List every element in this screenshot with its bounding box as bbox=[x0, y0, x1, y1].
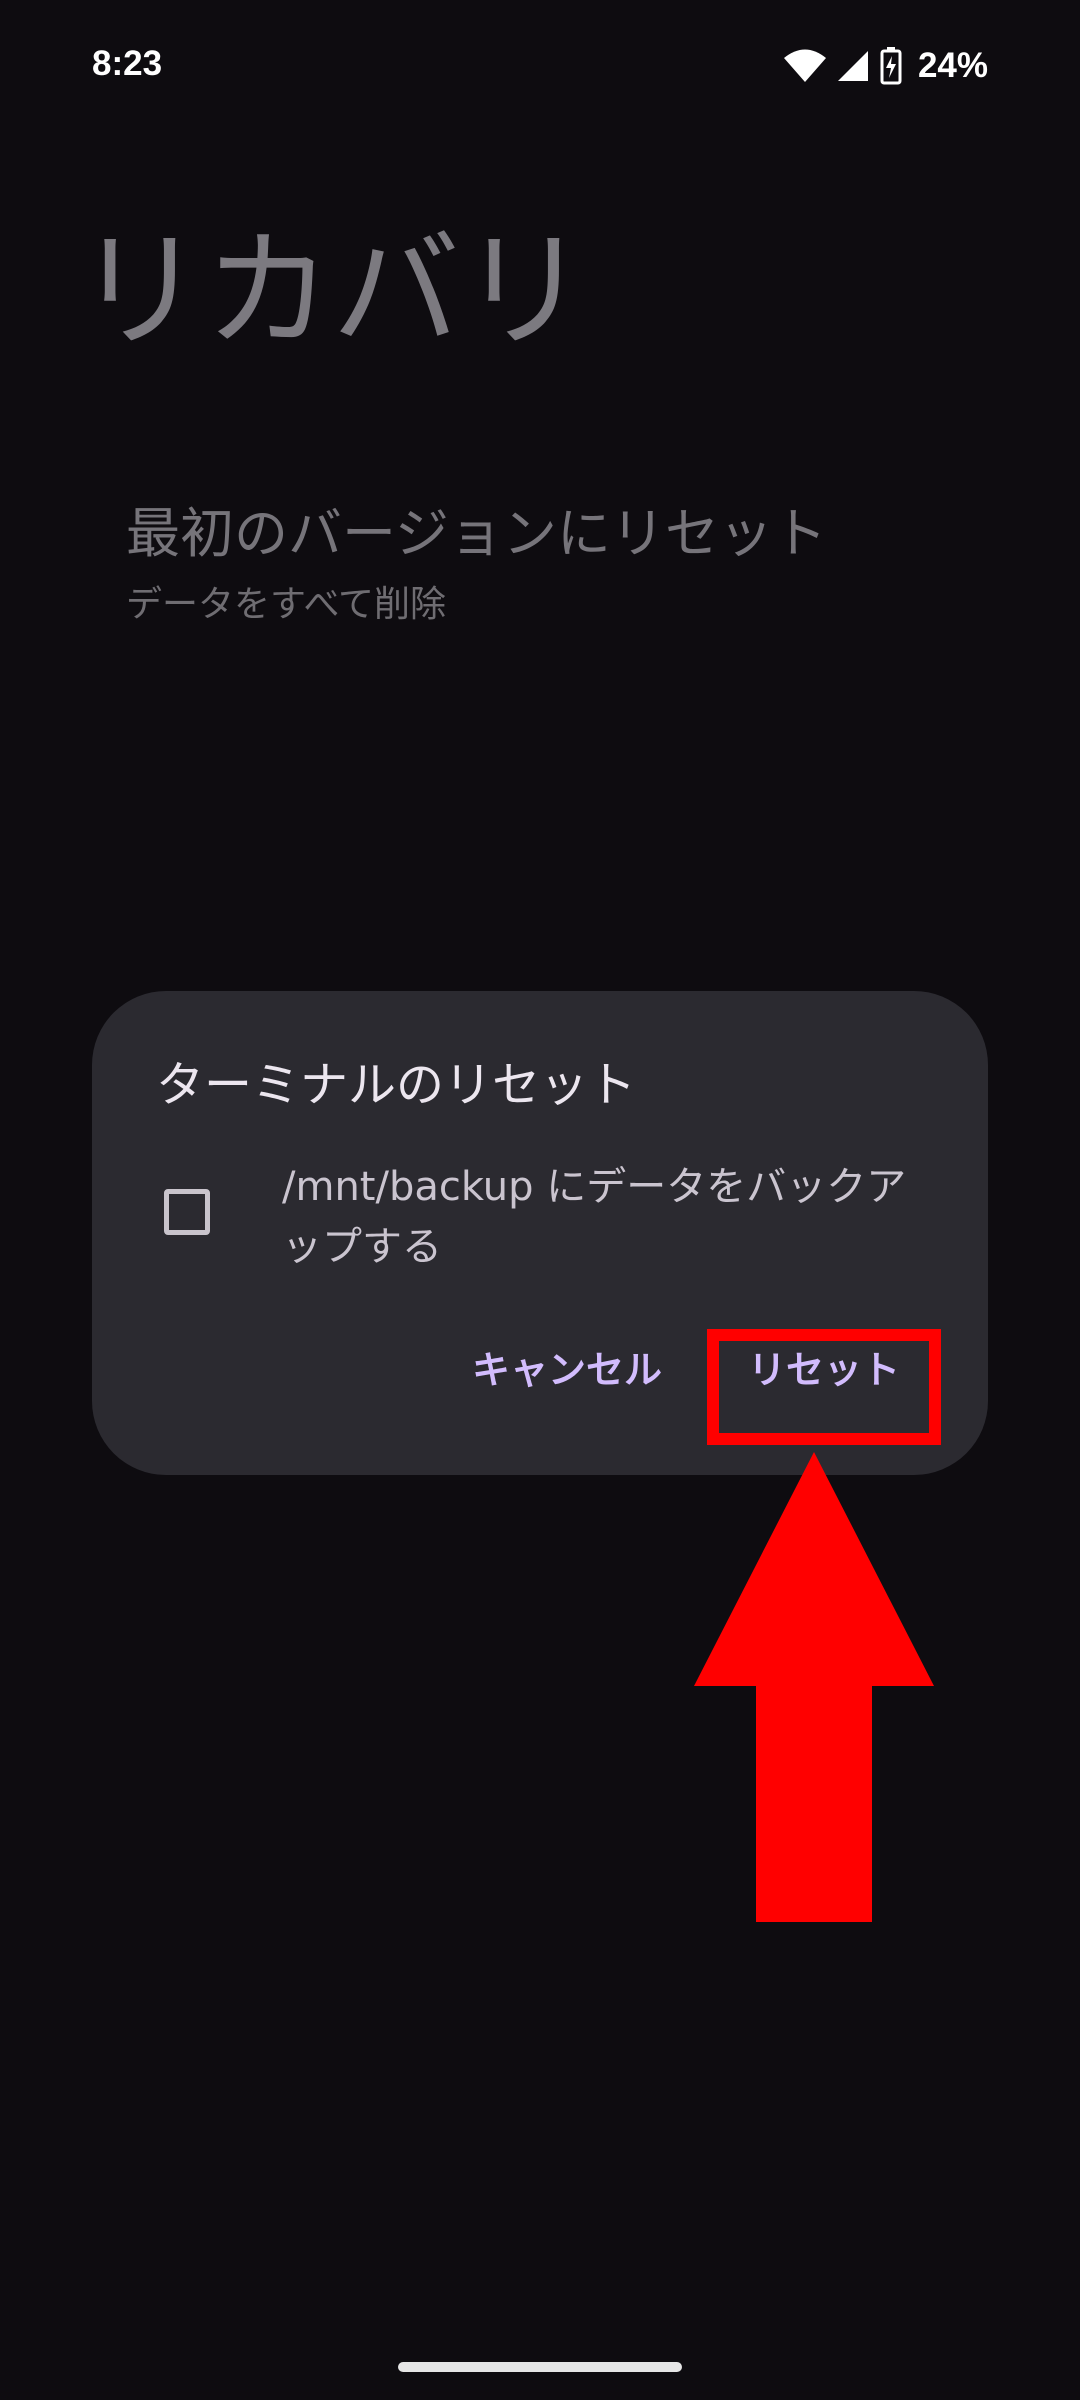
pref-item-title: 最初のバージョンにリセット bbox=[126, 502, 827, 565]
battery-charging-icon bbox=[880, 47, 902, 85]
status-bar: 8:23 24% bbox=[0, 0, 1080, 130]
reset-button-highlight bbox=[707, 1329, 941, 1445]
home-indicator[interactable] bbox=[398, 2362, 682, 2372]
status-time: 8:23 bbox=[92, 44, 163, 83]
wifi-icon bbox=[783, 49, 826, 82]
pref-item-summary: データをすべて削除 bbox=[126, 583, 447, 625]
cell-signal-icon bbox=[837, 51, 868, 81]
status-icons: 24% bbox=[783, 44, 988, 88]
dialog-title: ターミナルのリセット bbox=[156, 1057, 637, 1113]
battery-percentage: 24% bbox=[917, 46, 988, 85]
page-title: リカバリ bbox=[76, 217, 589, 366]
arrow-up-icon bbox=[694, 1452, 934, 1922]
cancel-button[interactable]: キャンセル bbox=[472, 1339, 662, 1394]
backup-checkbox[interactable] bbox=[164, 1189, 210, 1235]
reset-to-initial-version-item[interactable]: 最初のバージョンにリセット データをすべて削除 bbox=[126, 502, 827, 627]
backup-checkbox-label[interactable]: /mnt/backup にデータをバックアップする bbox=[282, 1157, 932, 1277]
